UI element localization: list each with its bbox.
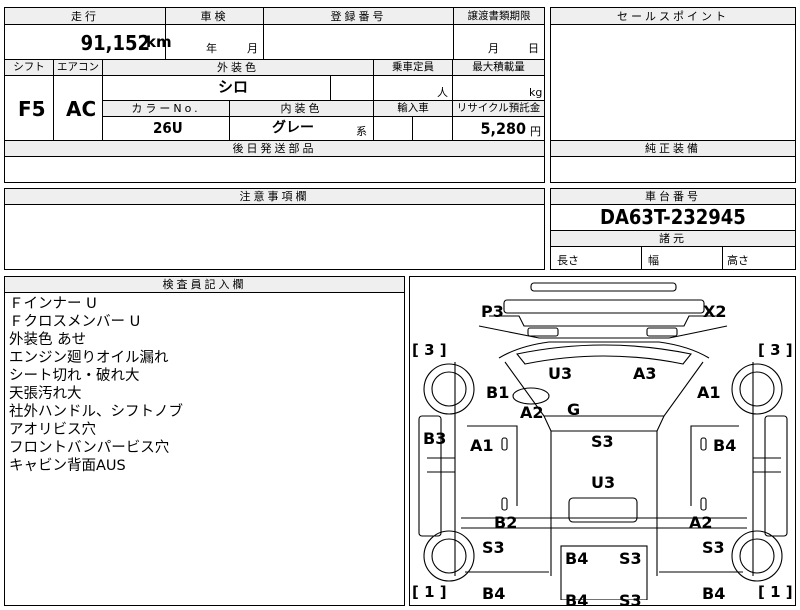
- shift-header: シフト: [5, 60, 53, 75]
- recycle-header: リサイクル預託金: [453, 101, 544, 116]
- comment-line: アオリビス穴: [9, 422, 96, 438]
- damage-code: A3: [633, 364, 657, 383]
- capacity-unit: 人: [437, 86, 448, 99]
- load-unit: kg: [529, 86, 543, 99]
- damage-code: S3: [482, 538, 505, 557]
- damage-code: B2: [494, 513, 518, 532]
- aircon-header: エアコン: [54, 60, 102, 75]
- damage-code: A1: [697, 383, 721, 402]
- inspection-month: 月: [247, 42, 258, 55]
- color-no-header: カラーNo.: [103, 101, 229, 116]
- interior-header: 内装色: [230, 101, 373, 116]
- damage-code: B4: [713, 436, 737, 455]
- chassis-number: DA63T-232945: [600, 205, 746, 229]
- transfer-day: 日: [528, 42, 539, 55]
- transfer-header: 譲渡書類期限: [454, 8, 544, 24]
- height-label: 高さ: [727, 254, 749, 267]
- sales-point-box: [550, 7, 796, 141]
- dimensions-header: 諸元: [551, 231, 795, 246]
- damage-code: S3: [702, 538, 725, 557]
- sales-point-header: セールスポイント: [551, 8, 795, 24]
- comment-line: 天張汚れ大: [9, 386, 82, 402]
- comment-line: エンジン廻りオイル漏れ: [9, 350, 169, 366]
- interior-suffix: 系: [356, 125, 367, 138]
- comment-line: Ｆインナー U: [9, 296, 97, 312]
- import-header: 輸入車: [374, 101, 452, 116]
- recycle-value: 5,280: [480, 119, 526, 138]
- mileage-header: 走行: [5, 8, 165, 24]
- comment-line: 社外ハンドル、シフトノブ: [9, 404, 183, 420]
- damage-code: X2: [703, 302, 727, 321]
- tire-score: [ 3 ]: [412, 341, 447, 359]
- exterior-header: 外装色: [103, 60, 373, 75]
- mileage-value: 91,152: [80, 31, 150, 55]
- tire-score: [ 1 ]: [412, 583, 447, 601]
- damage-code: G: [567, 400, 581, 419]
- damage-code: U3: [548, 364, 573, 383]
- comment-line: フロントバンパービス穴: [9, 440, 170, 456]
- damage-code: B3: [423, 429, 447, 448]
- comment-line: シート切れ・破れ大: [9, 368, 140, 384]
- color-no-value: 26U: [153, 119, 183, 137]
- inspector-comments: Ｆインナー U Ｆクロスメンバー U 外装色 あせ エンジン廻りオイル漏れ シー…: [9, 295, 183, 475]
- inspection-header: 車検: [166, 8, 263, 24]
- inspector-header: 検査員記入欄: [5, 277, 404, 292]
- transfer-month: 月: [488, 42, 499, 55]
- damage-code: B4: [565, 591, 589, 610]
- recycle-unit: 円: [530, 125, 541, 138]
- inspection-year: 年: [206, 42, 217, 55]
- tire-score: [ 1 ]: [758, 583, 793, 601]
- comment-line: 外装色 あせ: [9, 332, 87, 348]
- exterior-value: シロ: [218, 78, 249, 96]
- tire-score: [ 3 ]: [758, 341, 793, 359]
- damage-code: S3: [619, 549, 642, 568]
- comment-line: キャビン背面AUS: [9, 458, 126, 474]
- load-header: 最大積載量: [453, 60, 544, 75]
- damage-code: S3: [591, 432, 614, 451]
- genuine-header: 純正装備: [551, 141, 795, 156]
- damage-code: S3: [619, 591, 642, 610]
- damage-code: A1: [470, 436, 494, 455]
- comment-line: Ｆクロスメンバー U: [9, 314, 141, 330]
- length-label: 長さ: [557, 254, 579, 267]
- width-label: 幅: [648, 254, 659, 267]
- damage-code: B1: [486, 383, 510, 402]
- damage-code: A2: [520, 403, 544, 422]
- damage-code: A2: [689, 513, 713, 532]
- damage-code: B4: [565, 549, 589, 568]
- interior-value: グレー: [272, 120, 314, 136]
- damage-code: P3: [481, 302, 504, 321]
- registration-header: 登録番号: [264, 8, 453, 24]
- chassis-header: 車台番号: [551, 189, 795, 204]
- damage-code: U3: [591, 473, 616, 492]
- shift-value: F5: [18, 97, 46, 121]
- capacity-header: 乗車定員: [374, 60, 452, 75]
- caution-header: 注意事項欄: [5, 189, 544, 204]
- later-parts-header: 後日発送部品: [5, 141, 544, 156]
- aircon-value: AC: [66, 97, 97, 121]
